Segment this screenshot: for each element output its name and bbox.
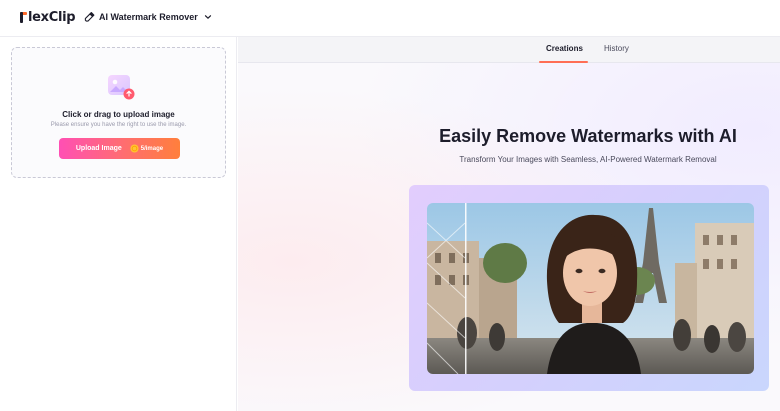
eraser-icon: [84, 12, 95, 22]
main-area: Creations History Easily Remove Watermar…: [238, 37, 780, 411]
coin-icon: [130, 144, 139, 153]
image-upload-icon: [108, 75, 135, 100]
tool-name: AI Watermark Remover: [99, 11, 198, 22]
upload-dropzone[interactable]: Click or drag to upload image Please ens…: [11, 47, 226, 178]
tab-history[interactable]: History: [604, 44, 629, 53]
preview-frame: [409, 185, 769, 391]
logo-text: lexClip: [28, 10, 76, 25]
upload-image-button[interactable]: Upload Image 5/image: [59, 138, 180, 159]
active-tab-indicator: [539, 61, 588, 63]
upload-button-label: Upload Image: [75, 145, 122, 152]
upload-note: Please ensure you have the right to use …: [50, 122, 187, 128]
sample-before-after-image: [427, 203, 754, 374]
left-panel: Click or drag to upload image Please ens…: [0, 37, 237, 411]
upload-title: Click or drag to upload image: [62, 110, 175, 119]
hero-subtitle: Transform Your Images with Seamless, AI-…: [459, 155, 717, 164]
logo-mark-icon: [20, 12, 27, 23]
top-bar: lexClip AI Watermark Remover: [0, 0, 780, 37]
tab-creations[interactable]: Creations: [546, 44, 583, 53]
tool-selector[interactable]: AI Watermark Remover: [84, 11, 212, 22]
sample-photo-illustration: [427, 203, 754, 374]
price-label: 5/image: [140, 145, 164, 152]
flexclip-logo[interactable]: lexClip: [20, 10, 76, 25]
chevron-down-icon: [204, 14, 211, 19]
tab-bar: Creations History: [238, 37, 780, 63]
hero-title: Easily Remove Watermarks with AI: [439, 126, 737, 146]
